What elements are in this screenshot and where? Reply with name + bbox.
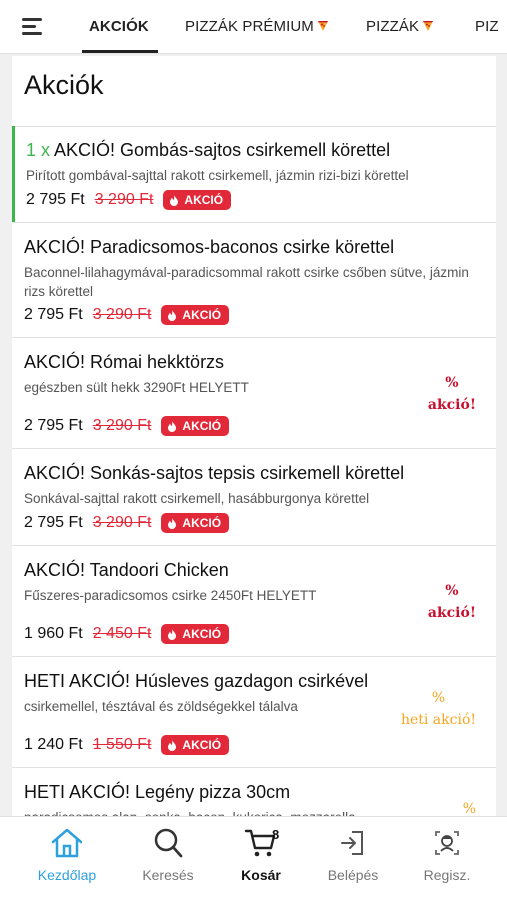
item-description: Sonkával-sajttal rakott csirkemell, hasá… bbox=[24, 491, 370, 506]
menu-item[interactable]: AKCIÓ! Római hekktörzs egészben sült hek… bbox=[12, 338, 496, 449]
item-description: paradicsomos alap, sonka, bacon, kukoric… bbox=[24, 808, 484, 816]
sale-badge: AKCIÓ bbox=[161, 513, 230, 533]
item-price: 2 795 Ft bbox=[26, 191, 85, 208]
promo-percent: % bbox=[445, 583, 459, 599]
sale-badge: AKCIÓ bbox=[161, 735, 230, 755]
fire-icon bbox=[170, 194, 179, 206]
menu-item[interactable]: AKCIÓ! Tandoori Chicken Fűszeres-paradic… bbox=[12, 546, 496, 657]
item-price: 2 795 Ft bbox=[24, 514, 83, 531]
nav-label: Keresés bbox=[142, 867, 194, 883]
item-name: AKCIÓ! Római hekktörzs bbox=[24, 352, 225, 372]
menu-item[interactable]: HETI AKCIÓ! Legény pizza 30cm paradicsom… bbox=[12, 768, 496, 816]
item-description: Baconnel-lilahagymával-paradicsommal rak… bbox=[24, 265, 469, 299]
menu-item[interactable]: AKCIÓ! Paradicsomos-baconos csirke köret… bbox=[12, 223, 496, 338]
item-description: Fűszeres-paradicsomos csirke 2450Ft HELY… bbox=[24, 588, 317, 603]
nav-label: Belépés bbox=[327, 867, 379, 883]
promo-label: heti akció! bbox=[400, 712, 476, 728]
item-price: 2 795 Ft bbox=[24, 306, 83, 323]
price-row: 1 960 Ft 2 450 Ft AKCIÓ bbox=[24, 623, 230, 645]
old-price: 3 290 Ft bbox=[94, 191, 154, 208]
promo-stamp: % akció! bbox=[428, 580, 476, 624]
old-price: 2 450 Ft bbox=[92, 625, 152, 642]
promo-stamp: % bbox=[463, 798, 476, 816]
bottom-navigation: Kezdőlap Keresés 8 Kosár Belépés Regisz. bbox=[0, 816, 507, 900]
badge-label: AKCIÓ bbox=[182, 738, 222, 752]
sale-badge: AKCIÓ bbox=[161, 305, 230, 325]
promo-percent: % bbox=[462, 801, 476, 816]
nav-register[interactable]: Regisz. bbox=[402, 827, 492, 883]
fire-icon bbox=[168, 517, 177, 529]
register-icon bbox=[435, 831, 459, 855]
price-row: 2 795 Ft 3 290 Ft AKCIÓ bbox=[24, 415, 230, 437]
item-description: Pirított gombával-sajttal rakott csirkem… bbox=[26, 168, 409, 183]
home-icon bbox=[51, 828, 83, 858]
tab-label: PIZZÁK bbox=[366, 18, 420, 35]
promo-label: akció! bbox=[427, 605, 476, 621]
nav-login[interactable]: Belépés bbox=[308, 827, 398, 883]
tab-pizzak[interactable]: PIZZÁK bbox=[366, 18, 434, 35]
fire-icon bbox=[168, 420, 177, 432]
item-name: 1 x AKCIÓ! Gombás-sajtos csirkemell köre… bbox=[26, 140, 390, 161]
price-row: 2 795 Ft 3 290 Ft AKCIÓ bbox=[24, 512, 230, 534]
promo-percent: % bbox=[445, 375, 459, 391]
item-price: 1 240 Ft bbox=[24, 736, 83, 753]
menu-item[interactable]: 1 x AKCIÓ! Gombás-sajtos csirkemell köre… bbox=[12, 126, 496, 223]
menu-icon[interactable] bbox=[22, 18, 44, 38]
active-tab-indicator bbox=[82, 50, 158, 53]
nav-label: Kosár bbox=[241, 867, 281, 883]
tab-pizzak-premium[interactable]: PIZZÁK PRÉMIUM bbox=[185, 18, 329, 35]
price-row: 2 795 Ft 3 290 Ft AKCIÓ bbox=[26, 189, 232, 211]
fire-icon bbox=[168, 309, 177, 321]
offers-list: Akciók 1 x AKCIÓ! Gombás-sajtos csirkeme… bbox=[12, 56, 496, 816]
promo-percent: % bbox=[431, 690, 446, 706]
tab-truncated[interactable]: PIZ bbox=[475, 18, 499, 35]
tab-akciok[interactable]: AKCIÓK bbox=[89, 18, 149, 35]
sale-badge: AKCIÓ bbox=[161, 416, 230, 436]
tab-label: PIZZÁK PRÉMIUM bbox=[185, 18, 314, 35]
old-price: 3 290 Ft bbox=[92, 417, 152, 434]
pizza-icon bbox=[317, 21, 328, 31]
item-title: AKCIÓ! Gombás-sajtos csirkemell körettel bbox=[54, 140, 391, 160]
item-name: HETI AKCIÓ! Húsleves gazdagon csirkével bbox=[24, 671, 369, 691]
item-name: AKCIÓ! Tandoori Chicken bbox=[24, 560, 229, 580]
login-icon bbox=[341, 831, 363, 855]
badge-label: AKCIÓ bbox=[182, 308, 222, 322]
old-price: 3 290 Ft bbox=[92, 306, 152, 323]
fire-icon bbox=[168, 628, 177, 640]
promo-stamp: % akció! bbox=[428, 372, 476, 416]
menu-item[interactable]: AKCIÓ! Sonkás-sajtos tepsis csirkemell k… bbox=[12, 449, 496, 546]
nav-label: Kezdőlap bbox=[37, 867, 97, 883]
old-price: 1 550 Ft bbox=[92, 736, 152, 753]
item-name: AKCIÓ! Paradicsomos-baconos csirke köret… bbox=[24, 237, 395, 257]
sale-badge: AKCIÓ bbox=[163, 190, 232, 210]
nav-cart[interactable]: 8 Kosár bbox=[216, 827, 306, 883]
item-name: HETI AKCIÓ! Legény pizza 30cm bbox=[24, 782, 291, 802]
badge-label: AKCIÓ bbox=[182, 627, 222, 641]
item-price: 1 960 Ft bbox=[24, 625, 83, 642]
nav-home[interactable]: Kezdőlap bbox=[22, 827, 112, 883]
price-row: 1 240 Ft 1 550 Ft AKCIÓ bbox=[24, 734, 230, 756]
badge-label: AKCIÓ bbox=[182, 516, 222, 530]
nav-label: Regisz. bbox=[423, 867, 471, 883]
item-price: 2 795 Ft bbox=[24, 417, 83, 434]
section-title: Akciók bbox=[24, 70, 104, 100]
promo-stamp: % heti akció! bbox=[401, 687, 476, 731]
badge-label: AKCIÓ bbox=[184, 193, 224, 207]
category-tab-bar: AKCIÓK PIZZÁK PRÉMIUM PIZZÁK PIZ bbox=[0, 0, 507, 54]
fire-icon bbox=[168, 739, 177, 751]
badge-label: AKCIÓ bbox=[182, 419, 222, 433]
nav-search[interactable]: Keresés bbox=[123, 827, 213, 883]
item-name: AKCIÓ! Sonkás-sajtos tepsis csirkemell k… bbox=[24, 463, 405, 483]
cart-count-badge: 8 bbox=[272, 827, 280, 842]
item-quantity: 1 x bbox=[26, 140, 51, 160]
menu-item[interactable]: HETI AKCIÓ! Húsleves gazdagon csirkével … bbox=[12, 657, 496, 768]
search-icon bbox=[154, 828, 183, 858]
item-description: egészben sült hekk 3290Ft HELYETT bbox=[24, 380, 249, 395]
price-row: 2 795 Ft 3 290 Ft AKCIÓ bbox=[24, 304, 230, 326]
promo-label: akció! bbox=[427, 397, 476, 413]
pizza-icon bbox=[423, 21, 434, 31]
old-price: 3 290 Ft bbox=[92, 514, 152, 531]
sale-badge: AKCIÓ bbox=[161, 624, 230, 644]
